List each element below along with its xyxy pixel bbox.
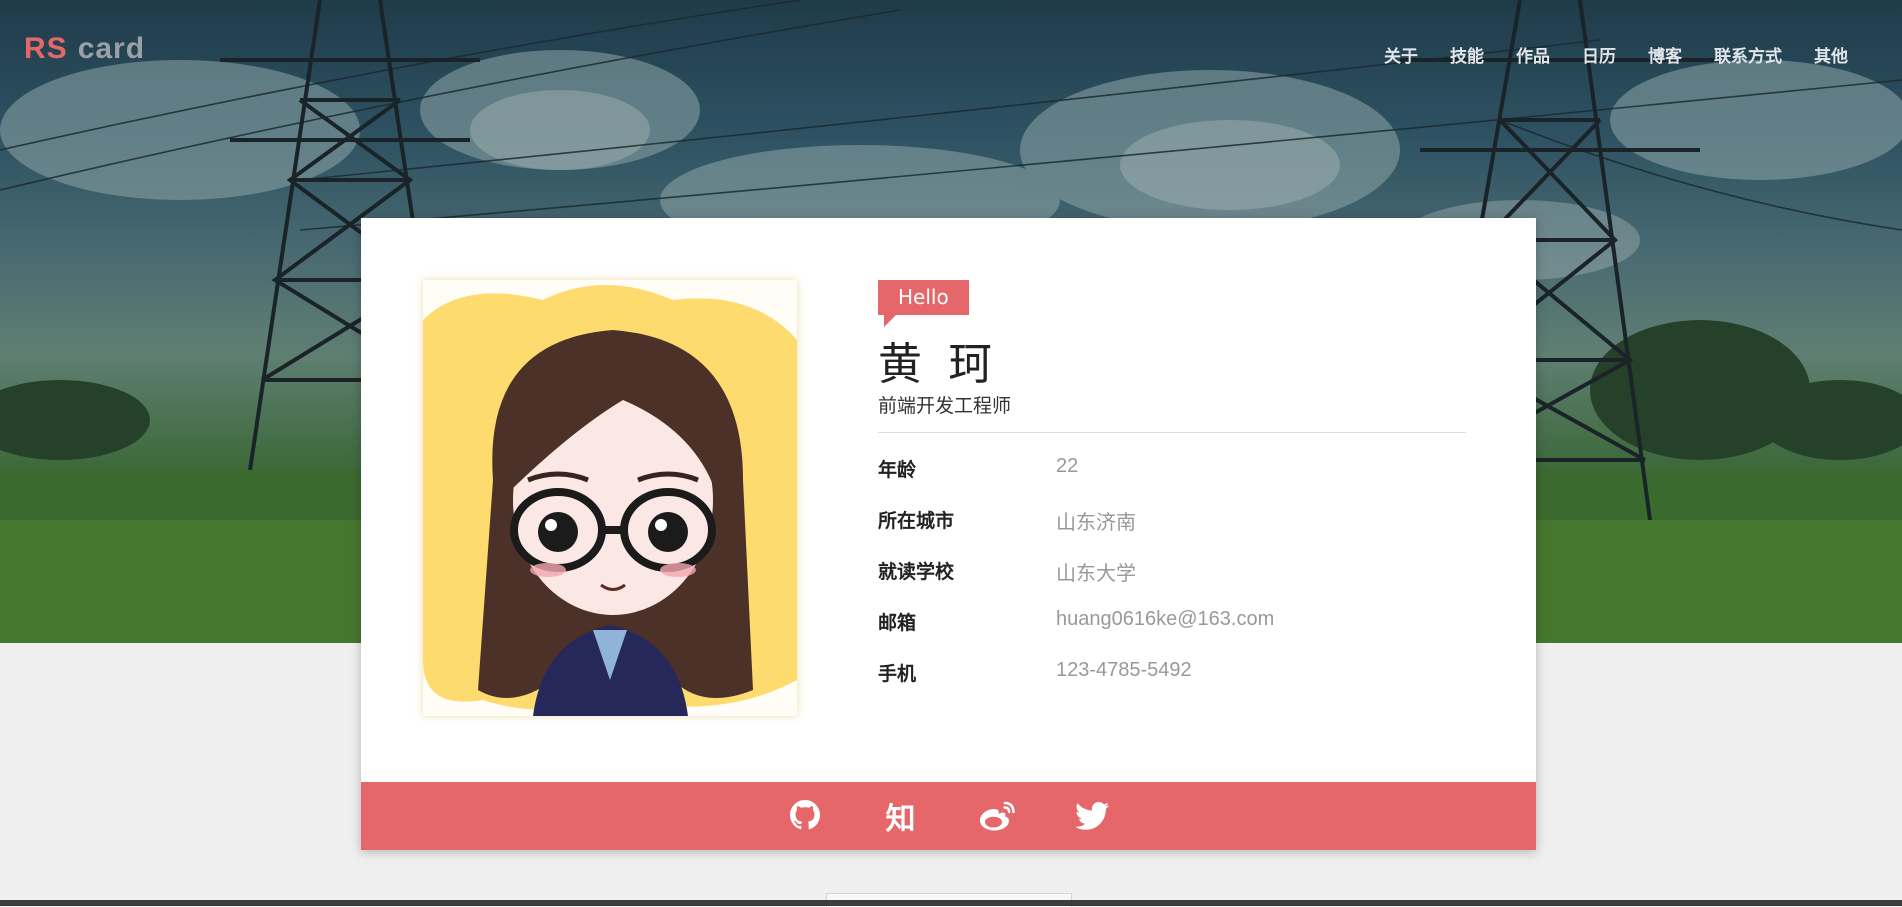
zhihu-icon[interactable]: 知 bbox=[882, 797, 920, 837]
avatar-illustration bbox=[423, 285, 797, 716]
nav-item-calendar[interactable]: 日历 bbox=[1566, 38, 1632, 71]
weibo-icon[interactable] bbox=[978, 797, 1016, 835]
profile-card: Hello 黄 珂 前端开发工程师 年龄 22 所在城市 山东济南 就读学校 山… bbox=[361, 218, 1536, 850]
nav-item-blog[interactable]: 博客 bbox=[1632, 38, 1698, 71]
field-row-age: 年龄 22 bbox=[878, 455, 1466, 506]
github-icon[interactable] bbox=[786, 797, 824, 835]
nav-item-contact[interactable]: 联系方式 bbox=[1698, 38, 1798, 71]
field-value[interactable]: huang0616ke@163.com bbox=[1056, 608, 1274, 631]
nav-item-about[interactable]: 关于 bbox=[1368, 38, 1434, 71]
field-label: 所在城市 bbox=[878, 510, 955, 532]
field-label: 就读学校 bbox=[878, 561, 955, 583]
field-row-email: 邮箱 huang0616ke@163.com bbox=[878, 608, 1466, 659]
profile-name: 黄 珂 bbox=[878, 339, 998, 390]
profile-title: 前端开发工程师 bbox=[878, 395, 1012, 417]
twitter-icon[interactable] bbox=[1074, 797, 1112, 835]
nav-item-other[interactable]: 其他 bbox=[1798, 38, 1864, 71]
bottom-bar bbox=[0, 900, 1902, 906]
field-row-phone: 手机 123-4785-5492 bbox=[878, 659, 1466, 710]
social-bar: 知 bbox=[361, 782, 1536, 850]
nav-item-skills[interactable]: 技能 bbox=[1434, 38, 1500, 71]
field-value: 山东济南 bbox=[1056, 512, 1136, 534]
brand-part-card: card bbox=[77, 32, 146, 65]
brand-logo[interactable]: RS card bbox=[24, 32, 145, 66]
field-value: 123-4785-5492 bbox=[1056, 659, 1192, 681]
profile-info: Hello 黄 珂 前端开发工程师 年龄 22 所在城市 山东济南 就读学校 山… bbox=[878, 280, 1466, 710]
field-label: 邮箱 bbox=[878, 612, 917, 634]
divider bbox=[878, 432, 1466, 433]
field-value: 22 bbox=[1056, 455, 1079, 477]
field-row-school: 就读学校 山东大学 bbox=[878, 557, 1466, 608]
field-label: 手机 bbox=[878, 663, 917, 685]
nav-item-works[interactable]: 作品 bbox=[1500, 38, 1566, 71]
field-value: 山东大学 bbox=[1056, 563, 1136, 585]
top-nav: 关于 技能 作品 日历 博客 联系方式 其他 bbox=[1368, 38, 1864, 71]
avatar bbox=[423, 280, 797, 716]
greeting-tag: Hello bbox=[878, 280, 969, 327]
field-label: 年龄 bbox=[878, 459, 917, 481]
brand-part-rs: RS bbox=[24, 32, 68, 65]
profile-fields: 年龄 22 所在城市 山东济南 就读学校 山东大学 邮箱 huang0616ke… bbox=[878, 455, 1466, 710]
field-row-city: 所在城市 山东济南 bbox=[878, 506, 1466, 557]
